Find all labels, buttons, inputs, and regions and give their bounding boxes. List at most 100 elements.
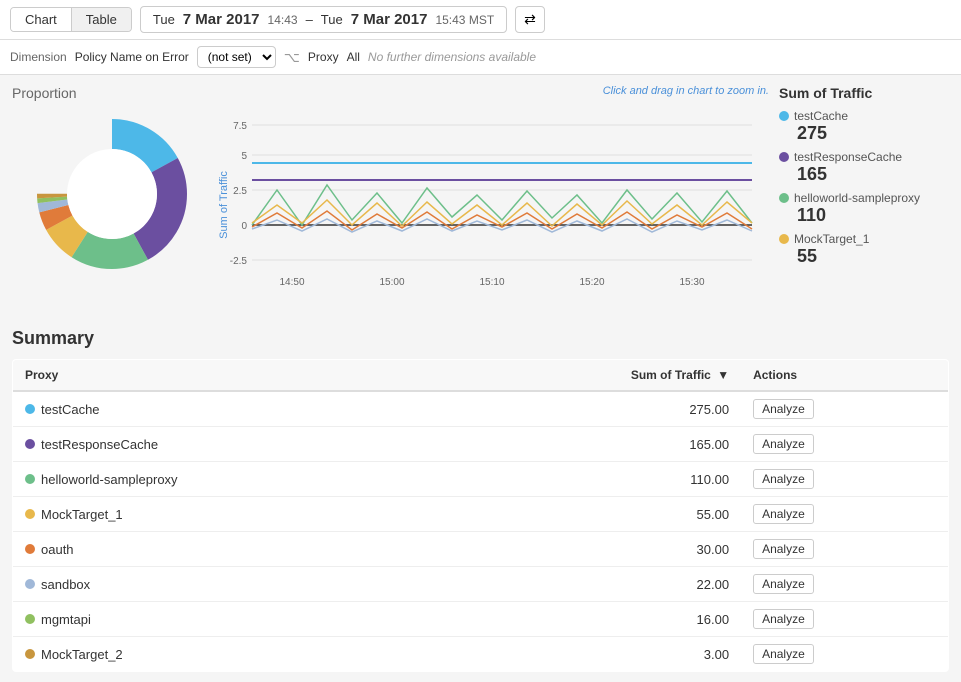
proxy-col: MockTarget_1 bbox=[25, 507, 432, 522]
legend-dot bbox=[779, 234, 789, 244]
summary-section: Summary Proxy Sum of Traffic ▼ Actions t… bbox=[12, 328, 949, 672]
proxy-col: mgmtapi bbox=[25, 612, 432, 627]
proxy-name: MockTarget_2 bbox=[41, 647, 123, 662]
line-chart-section: Click and drag in chart to zoom in. Sum … bbox=[212, 85, 769, 308]
policy-name-filter[interactable]: Policy Name on Error bbox=[75, 50, 189, 64]
table-row: MockTarget_2 3.00 Analyze bbox=[13, 637, 949, 672]
svg-text:7.5: 7.5 bbox=[233, 121, 247, 132]
no-dimensions-text: No further dimensions available bbox=[368, 50, 536, 64]
zoom-hint: Click and drag in chart to zoom in. bbox=[603, 85, 769, 97]
analyze-button[interactable]: Analyze bbox=[753, 434, 814, 454]
start-date: 7 Mar 2017 bbox=[183, 11, 260, 28]
analyze-button[interactable]: Analyze bbox=[753, 469, 814, 489]
legend-item: MockTarget_1 55 bbox=[779, 232, 949, 267]
proxy-cell: testCache bbox=[13, 391, 444, 427]
legend-item-name: testResponseCache bbox=[779, 150, 949, 164]
proxy-name: testResponseCache bbox=[41, 437, 158, 452]
proxy-col: testResponseCache bbox=[25, 437, 432, 452]
proxy-name: mgmtapi bbox=[41, 612, 91, 627]
traffic-cell: 110.00 bbox=[444, 462, 742, 497]
not-set-select[interactable]: (not set) bbox=[197, 46, 276, 68]
tab-group: Chart Table bbox=[10, 7, 132, 32]
svg-text:15:10: 15:10 bbox=[479, 277, 504, 288]
line-chart-svg: Sum of Traffic 7.5 5 2.5 0 -2.5 bbox=[212, 105, 772, 305]
sort-icon: ▼ bbox=[717, 368, 729, 382]
analyze-button[interactable]: Analyze bbox=[753, 644, 814, 664]
legend-dot bbox=[779, 152, 789, 162]
proportion-title: Proportion bbox=[12, 85, 212, 101]
table-tab[interactable]: Table bbox=[72, 8, 131, 31]
proxy-col: MockTarget_2 bbox=[25, 647, 432, 662]
traffic-cell: 30.00 bbox=[444, 532, 742, 567]
proxy-cell: testResponseCache bbox=[13, 427, 444, 462]
proxy-col: helloworld-sampleproxy bbox=[25, 472, 432, 487]
svg-text:15:30: 15:30 bbox=[679, 277, 704, 288]
proxy-column-header: Proxy bbox=[13, 360, 444, 392]
proxy-cell: oauth bbox=[13, 532, 444, 567]
end-date: 7 Mar 2017 bbox=[351, 11, 428, 28]
swap-button[interactable]: ⇄ bbox=[515, 6, 545, 33]
proxy-color-dot bbox=[25, 649, 35, 659]
table-row: testResponseCache 165.00 Analyze bbox=[13, 427, 949, 462]
proxy-col: oauth bbox=[25, 542, 432, 557]
summary-table: Proxy Sum of Traffic ▼ Actions testCache… bbox=[12, 359, 949, 672]
actions-cell: Analyze bbox=[741, 532, 948, 567]
actions-cell: Analyze bbox=[741, 567, 948, 602]
traffic-cell: 22.00 bbox=[444, 567, 742, 602]
proxy-name: MockTarget_1 bbox=[41, 507, 123, 522]
dimension-label: Dimension bbox=[10, 50, 67, 64]
traffic-cell: 3.00 bbox=[444, 637, 742, 672]
summary-title: Summary bbox=[12, 328, 949, 349]
proxy-color-dot bbox=[25, 474, 35, 484]
svg-text:15:20: 15:20 bbox=[579, 277, 604, 288]
end-day: Tue bbox=[321, 12, 343, 27]
legend-item-value: 275 bbox=[797, 123, 949, 144]
proxy-cell: mgmtapi bbox=[13, 602, 444, 637]
table-row: MockTarget_1 55.00 Analyze bbox=[13, 497, 949, 532]
analyze-button[interactable]: Analyze bbox=[753, 574, 814, 594]
traffic-cell: 55.00 bbox=[444, 497, 742, 532]
proportion-section: Proportion bbox=[12, 85, 212, 308]
actions-cell: Analyze bbox=[741, 602, 948, 637]
proxy-cell: MockTarget_1 bbox=[13, 497, 444, 532]
traffic-header-label: Sum of Traffic bbox=[631, 368, 711, 382]
summary-tbody: testCache 275.00 Analyze testResponseCac… bbox=[13, 391, 949, 672]
table-row: testCache 275.00 Analyze bbox=[13, 391, 949, 427]
analyze-button[interactable]: Analyze bbox=[753, 539, 814, 559]
traffic-cell: 275.00 bbox=[444, 391, 742, 427]
legend-section: Sum of Traffic testCache 275 testRespons… bbox=[769, 85, 949, 308]
legend-item-name: MockTarget_1 bbox=[779, 232, 949, 246]
legend-item: testCache 275 bbox=[779, 109, 949, 144]
table-row: sandbox 22.00 Analyze bbox=[13, 567, 949, 602]
donut-svg bbox=[27, 109, 197, 279]
actions-cell: Analyze bbox=[741, 391, 948, 427]
legend-item-name: testCache bbox=[779, 109, 949, 123]
chart-tab[interactable]: Chart bbox=[11, 8, 72, 31]
analyze-button[interactable]: Analyze bbox=[753, 399, 814, 419]
proxy-cell: helloworld-sampleproxy bbox=[13, 462, 444, 497]
legend-item-name: helloworld-sampleproxy bbox=[779, 191, 949, 205]
proxy-name: sandbox bbox=[41, 577, 90, 592]
proxy-filter[interactable]: Proxy bbox=[308, 50, 339, 64]
top-bar: Chart Table Tue 7 Mar 2017 14:43 – Tue 7… bbox=[0, 0, 961, 40]
donut-chart bbox=[12, 109, 212, 279]
actions-cell: Analyze bbox=[741, 637, 948, 672]
legend-item-value: 165 bbox=[797, 164, 949, 185]
svg-text:-2.5: -2.5 bbox=[230, 256, 248, 267]
table-row: mgmtapi 16.00 Analyze bbox=[13, 602, 949, 637]
proxy-name: testCache bbox=[41, 402, 100, 417]
actions-cell: Analyze bbox=[741, 427, 948, 462]
proxy-col: sandbox bbox=[25, 577, 432, 592]
proxy-cell: MockTarget_2 bbox=[13, 637, 444, 672]
date-range: Tue 7 Mar 2017 14:43 – Tue 7 Mar 2017 15… bbox=[140, 6, 507, 33]
analyze-button[interactable]: Analyze bbox=[753, 504, 814, 524]
proxy-cell: sandbox bbox=[13, 567, 444, 602]
all-filter[interactable]: All bbox=[347, 50, 360, 64]
svg-text:Sum of Traffic: Sum of Traffic bbox=[218, 171, 230, 239]
svg-text:2.5: 2.5 bbox=[233, 186, 247, 197]
traffic-cell: 16.00 bbox=[444, 602, 742, 637]
analyze-button[interactable]: Analyze bbox=[753, 609, 814, 629]
proxy-color-dot bbox=[25, 614, 35, 624]
proxy-color-dot bbox=[25, 404, 35, 414]
actions-cell: Analyze bbox=[741, 497, 948, 532]
